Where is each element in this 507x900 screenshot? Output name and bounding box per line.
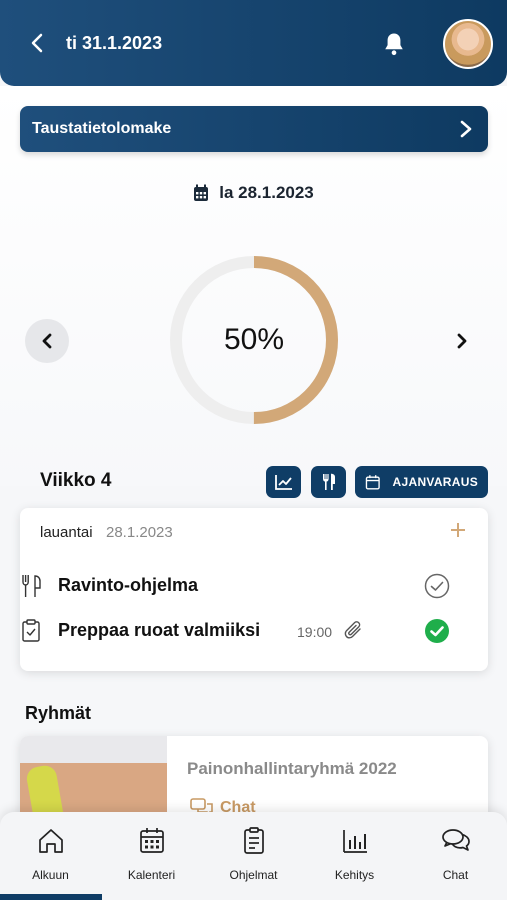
chevron-right-icon: [460, 120, 472, 138]
bell-icon: [385, 33, 403, 56]
header-date: ti 31.1.2023: [66, 33, 163, 53]
next-day-button[interactable]: [442, 319, 482, 363]
selected-day-label: la 28.1.2023: [219, 183, 314, 202]
task-item[interactable]: Preppaa ruoat valmiiksi 19:00: [20, 617, 450, 645]
bar-chart-icon: [342, 830, 367, 853]
previous-day-button[interactable]: [25, 319, 69, 363]
nutrition-button[interactable]: [311, 466, 346, 498]
chart-icon: [274, 475, 292, 490]
task-label: Ravinto-ohjelma: [58, 575, 199, 595]
selected-day: la 28.1.2023: [0, 180, 507, 206]
chevron-left-icon: [42, 333, 52, 349]
tab-home[interactable]: Alkuun: [0, 826, 101, 886]
paperclip-icon[interactable]: [343, 620, 365, 642]
group-name: Painonhallintaryhmä 2022: [187, 759, 397, 778]
groups-title: Ryhmät: [25, 703, 92, 723]
avatar[interactable]: [443, 19, 493, 69]
progress-ring: 50%: [168, 254, 340, 426]
active-tab-indicator: [0, 894, 102, 900]
fork-knife-icon: [322, 473, 335, 490]
bottom-navigation: Alkuun Kalenteri Ohjelmat Kehitys Chat: [0, 812, 507, 900]
tab-label: Alkuun: [32, 868, 69, 882]
chat-icon: [441, 829, 470, 851]
check-circle-filled-icon[interactable]: [424, 618, 450, 644]
home-icon: [38, 829, 63, 853]
notifications-button[interactable]: [380, 30, 408, 58]
chevron-left-icon: [31, 33, 43, 53]
calendar-icon: [139, 828, 164, 853]
progress-percent: 50%: [223, 323, 285, 356]
check-circle-outline-icon[interactable]: [424, 573, 450, 599]
calendar-icon: [194, 184, 209, 201]
clipboard-check-icon: [22, 619, 40, 642]
day-name: lauantai: [40, 524, 93, 541]
week-title: Viikko 4: [40, 470, 112, 491]
tab-chat[interactable]: Chat: [405, 826, 506, 886]
tab-label: Chat: [442, 868, 469, 882]
task-item[interactable]: Ravinto-ohjelma: [20, 572, 450, 600]
progress-chart-button[interactable]: [266, 466, 301, 498]
background-info-form-banner[interactable]: Taustatietolomake: [20, 106, 488, 152]
tab-label: Ohjelmat: [229, 868, 278, 882]
banner-label: Taustatietolomake: [32, 120, 172, 137]
tab-calendar[interactable]: Kalenteri: [101, 826, 202, 886]
calendar-icon: [365, 475, 380, 490]
plus-icon[interactable]: [448, 520, 468, 540]
task-label: Preppaa ruoat valmiiksi: [58, 620, 261, 640]
day-date: 28.1.2023: [106, 524, 173, 541]
back-button[interactable]: [22, 28, 52, 58]
booking-label: AJANVARAUS: [392, 475, 478, 489]
booking-button[interactable]: AJANVARAUS: [355, 466, 488, 498]
fork-knife-icon: [22, 575, 41, 597]
tab-label: Kalenteri: [127, 868, 176, 882]
top-bar: ti 31.1.2023: [0, 0, 507, 86]
tab-programs[interactable]: Ohjelmat: [203, 826, 304, 886]
chevron-right-icon: [457, 333, 467, 349]
task-time: 19:00: [297, 624, 333, 640]
clipboard-icon: [243, 827, 264, 854]
tab-label: Kehitys: [334, 868, 375, 882]
tab-progress[interactable]: Kehitys: [304, 826, 405, 886]
